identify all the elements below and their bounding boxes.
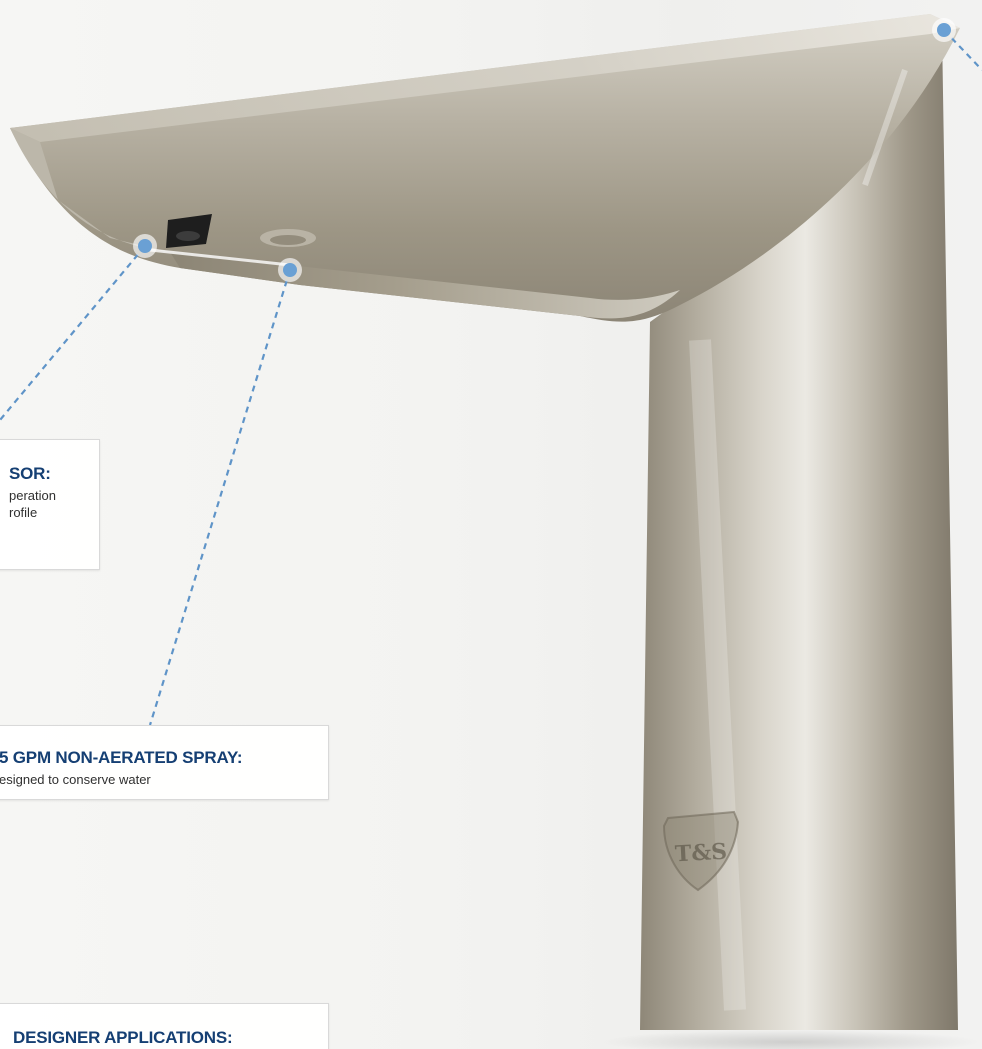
callout-spray-title: 5 GPM NON-AERATED SPRAY: — [0, 748, 243, 767]
callout-spray-line-1: esigned to conserve water — [0, 772, 151, 787]
callout-dot-top — [937, 23, 951, 37]
callout-designer: DESIGNER APPLICATIONS: — [0, 1003, 329, 1049]
callout-sensor-line-2: rofile — [9, 505, 38, 520]
callout-dot-sensor — [138, 239, 152, 253]
callout-sensor: SOR: peration rofile — [0, 439, 100, 570]
callout-sensor-line-1: peration — [9, 488, 56, 503]
callout-sensor-title: SOR: — [9, 464, 51, 483]
callout-dot-spray — [283, 263, 297, 277]
faucet-illustration — [10, 14, 980, 1049]
product-feature-graphic: T&S SOR: peration rofile 5 GPM NON-AERAT… — [0, 0, 982, 1049]
callout-designer-title: DESIGNER APPLICATIONS: — [13, 1028, 233, 1047]
callout-spray: 5 GPM NON-AERATED SPRAY: esigned to cons… — [0, 725, 329, 800]
